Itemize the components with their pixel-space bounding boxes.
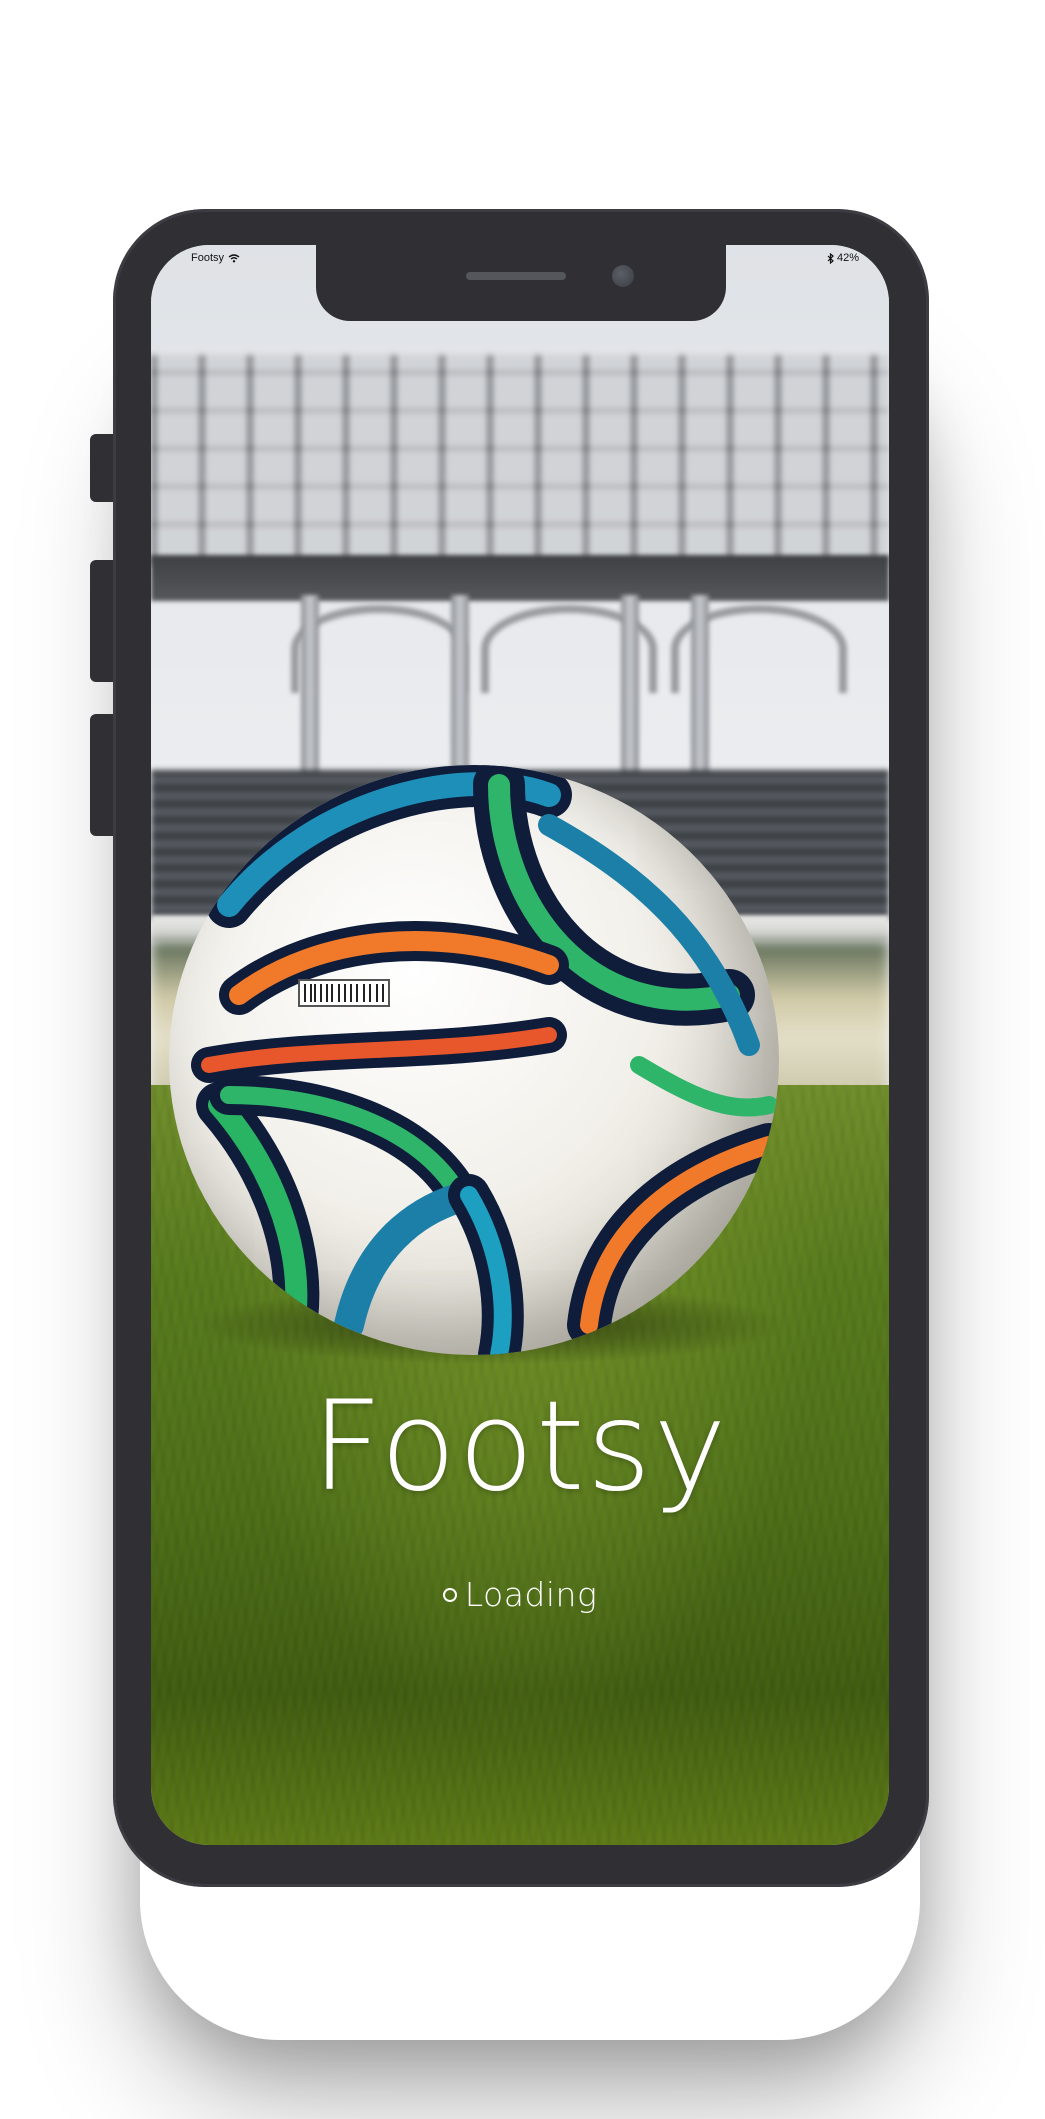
device-notch (316, 245, 726, 321)
carrier-label: Footsy (191, 252, 225, 264)
loading-spinner-icon (442, 1587, 457, 1602)
stadium-roof-beam (151, 555, 889, 601)
soccer-ball-image (169, 765, 779, 1355)
status-carrier: Footsy (191, 252, 240, 264)
wifi-icon (228, 253, 240, 262)
loading-label: Loading (464, 1575, 598, 1614)
battery-percentage: 42% (836, 252, 859, 264)
stage: Footsy 42% Footsy Loading (0, 0, 1045, 2119)
app-title: Footsy (311, 1375, 729, 1519)
stadium-roof (151, 355, 889, 565)
loading-indicator: Loading (151, 1575, 889, 1614)
front-camera (612, 265, 634, 287)
splash-screen: Footsy 42% Footsy Loading (151, 245, 889, 1845)
soccer-ball-pattern (184, 765, 779, 1355)
bluetooth-icon (827, 252, 834, 264)
speaker-grille (466, 272, 566, 280)
status-right: 42% (827, 252, 859, 264)
